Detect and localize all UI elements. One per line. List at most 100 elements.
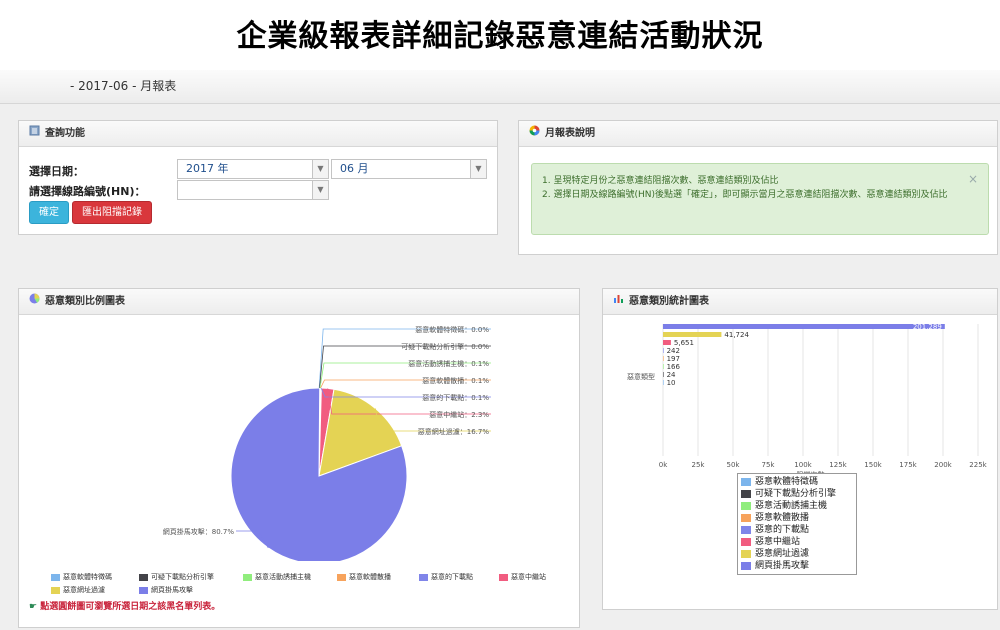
breadcrumb-text: - 2017-06 - 月報表 bbox=[70, 79, 177, 93]
bar-value-label: 5,651 bbox=[674, 339, 694, 347]
bar[interactable] bbox=[663, 348, 664, 353]
legend-label: 惡意軟體特徵碼 bbox=[755, 477, 819, 487]
x-tick-label: 0k bbox=[659, 461, 668, 469]
pie-note-text: 點選圓餅圖可瀏覽所選日期之該黑名單列表。 bbox=[40, 602, 221, 612]
bar-legend-item[interactable]: 惡意活動誘捕主機 bbox=[741, 500, 853, 512]
legend-swatch bbox=[741, 490, 751, 498]
help-alert: 1. 呈現特定月份之惡意連結阻擋次數、惡意連結類別及佔比 2. 選擇日期及線路編… bbox=[531, 163, 989, 235]
legend-swatch bbox=[51, 573, 60, 581]
bar-value-label: 41,724 bbox=[724, 331, 749, 339]
page-title: 企業級報表詳細記錄惡意連結活動狀況 bbox=[0, 0, 1000, 74]
bar-legend-item[interactable]: 惡意軟體散播 bbox=[741, 512, 853, 524]
y-category-label: 惡意類型 bbox=[627, 372, 655, 381]
legend-swatch bbox=[741, 514, 751, 522]
x-tick-label: 175k bbox=[899, 461, 917, 469]
line-select[interactable]: ▼ bbox=[177, 180, 329, 200]
bar-value-label: 24 bbox=[667, 371, 676, 379]
list-icon bbox=[29, 122, 40, 146]
legend-label: 網頁掛馬攻擊 bbox=[151, 586, 193, 594]
legend-swatch bbox=[139, 586, 148, 594]
pie-legend-item[interactable]: 惡意軟體散播 bbox=[337, 572, 391, 582]
bar[interactable] bbox=[663, 372, 664, 377]
bar-legend-item[interactable]: 網頁掛馬攻擊 bbox=[741, 560, 853, 572]
legend-swatch bbox=[741, 502, 751, 510]
legend-label: 惡意中繼站 bbox=[511, 573, 546, 581]
bar-legend-item[interactable]: 惡意中繼站 bbox=[741, 536, 853, 548]
bar-legend-item[interactable]: 可疑下載點分析引擎 bbox=[741, 488, 853, 500]
pie-data-label: 惡意軟體特徵碼：0.0% bbox=[415, 325, 489, 334]
close-icon[interactable]: × bbox=[968, 172, 978, 186]
pie-legend-item[interactable]: 惡意軟體特徵碼 bbox=[51, 572, 112, 582]
help-panel-header: 月報表說明 bbox=[519, 121, 997, 147]
pie-note: ☛ 點選圓餅圖可瀏覽所選日期之該黑名單列表。 bbox=[29, 599, 220, 612]
pie-legend-item[interactable]: 惡意的下載點 bbox=[419, 572, 473, 582]
bar[interactable] bbox=[663, 324, 945, 329]
pie-legend-item[interactable]: 惡意中繼站 bbox=[499, 572, 546, 582]
legend-label: 惡意網址過濾 bbox=[755, 549, 810, 559]
bar[interactable] bbox=[663, 356, 664, 361]
bar-legend-item[interactable]: 惡意網址過濾 bbox=[741, 548, 853, 560]
bar-legend-item[interactable]: 惡意軟體特徵碼 bbox=[741, 476, 853, 488]
x-tick-label: 225k bbox=[969, 461, 987, 469]
legend-swatch bbox=[419, 573, 428, 581]
legend-swatch bbox=[243, 573, 252, 581]
legend-swatch bbox=[741, 550, 751, 558]
x-tick-label: 75k bbox=[762, 461, 776, 469]
query-panel-title: 查詢功能 bbox=[45, 127, 85, 139]
help-line-1: 1. 呈現特定月份之惡意連結阻擋次數、惡意連結類別及佔比 bbox=[542, 176, 779, 186]
legend-swatch bbox=[337, 573, 346, 581]
bar[interactable] bbox=[663, 332, 722, 337]
help-line-2: 2. 選擇日期及線路編號(HN)後點選「確定」，即可顯示當月之惡意連結阻擋次數、… bbox=[542, 190, 948, 200]
pie-chart-icon bbox=[29, 290, 40, 314]
legend-label: 網頁掛馬攻擊 bbox=[755, 561, 810, 571]
help-panel: 月報表說明 1. 呈現特定月份之惡意連結阻擋次數、惡意連結類別及佔比 2. 選擇… bbox=[518, 120, 998, 255]
pie-panel: 惡意類別比例圖表 惡意軟體特徵碼：0.0% 可疑下載點分析引擎：0.0% 惡意活動誘… bbox=[18, 288, 580, 628]
bar-legend-item[interactable]: 惡意的下載點 bbox=[741, 524, 853, 536]
export-block-records-button[interactable]: 匯出阻擋記錄 bbox=[72, 201, 152, 224]
year-select-value: 2017 年 bbox=[186, 162, 229, 175]
x-tick-label: 100k bbox=[794, 461, 812, 469]
month-select[interactable]: 06 月 ▼ bbox=[331, 159, 487, 179]
pie-legend-item[interactable]: 網頁掛馬攻擊 bbox=[139, 585, 193, 595]
pie-chart[interactable]: 惡意軟體特徵碼：0.0% 可疑下載點分析引擎：0.0% 惡意活動誘捕主機：0.1% 惡… bbox=[19, 316, 579, 561]
line-label: 請選擇線路編號(HN)： bbox=[29, 185, 146, 198]
legend-swatch bbox=[741, 526, 751, 534]
x-tick-label: 150k bbox=[864, 461, 882, 469]
x-tick-label: 50k bbox=[727, 461, 741, 469]
bar-value-label: 197 bbox=[667, 355, 680, 363]
pie-data-label: 惡意的下載點：0.1% bbox=[422, 393, 489, 402]
bar-chart[interactable]: 0k25k50k75k100k125k150k175k200k225k惡意類型阻… bbox=[603, 316, 997, 476]
query-panel-header: 查詢功能 bbox=[19, 121, 497, 147]
help-panel-title: 月報表說明 bbox=[545, 127, 595, 139]
bar-panel-header: 惡意類別統計圖表 bbox=[603, 289, 997, 315]
x-tick-label: 200k bbox=[934, 461, 952, 469]
pie-legend-item[interactable]: 惡意活動誘捕主機 bbox=[243, 572, 311, 582]
bar-value-label: 242 bbox=[667, 347, 680, 355]
pie-data-label: 網頁掛馬攻擊：80.7% bbox=[163, 527, 235, 536]
pie-data-label: 惡意網址過濾：16.7% bbox=[418, 427, 490, 436]
legend-label: 惡意網址過濾 bbox=[63, 586, 105, 594]
bar-panel-title: 惡意類別統計圖表 bbox=[629, 295, 709, 307]
legend-label: 惡意中繼站 bbox=[755, 537, 801, 547]
pie-data-label: 惡意活動誘捕主機：0.1% bbox=[408, 359, 489, 368]
pie-legend-item[interactable]: 可疑下載點分析引擎 bbox=[139, 572, 214, 582]
color-wheel-icon bbox=[529, 122, 540, 146]
bar[interactable] bbox=[663, 340, 671, 345]
legend-swatch bbox=[499, 573, 508, 581]
pie-data-label: 惡意中繼站：2.3% bbox=[429, 410, 489, 419]
year-select[interactable]: 2017 年 ▼ bbox=[177, 159, 329, 179]
legend-label: 惡意軟體特徵碼 bbox=[63, 573, 112, 581]
bar[interactable] bbox=[663, 380, 664, 385]
pie-data-label: 可疑下載點分析引擎：0.0% bbox=[401, 342, 489, 351]
x-tick-label: 125k bbox=[829, 461, 847, 469]
pie-legend-item[interactable]: 惡意網址過濾 bbox=[51, 585, 105, 595]
legend-label: 惡意軟體散播 bbox=[755, 513, 810, 523]
confirm-button[interactable]: 確定 bbox=[29, 201, 69, 224]
legend-label: 惡意活動誘捕主機 bbox=[755, 501, 828, 511]
hand-pointer-icon: ☛ bbox=[29, 602, 38, 612]
bar-legend: 惡意軟體特徵碼 可疑下載點分析引擎 惡意活動誘捕主機 惡意軟體散播 惡意的下載點 惡意中繼… bbox=[737, 473, 857, 575]
breadcrumb: - 2017-06 - 月報表 bbox=[0, 70, 1000, 104]
bar[interactable] bbox=[663, 364, 664, 369]
legend-label: 惡意的下載點 bbox=[431, 573, 473, 581]
chevron-down-icon: ▼ bbox=[470, 160, 486, 178]
